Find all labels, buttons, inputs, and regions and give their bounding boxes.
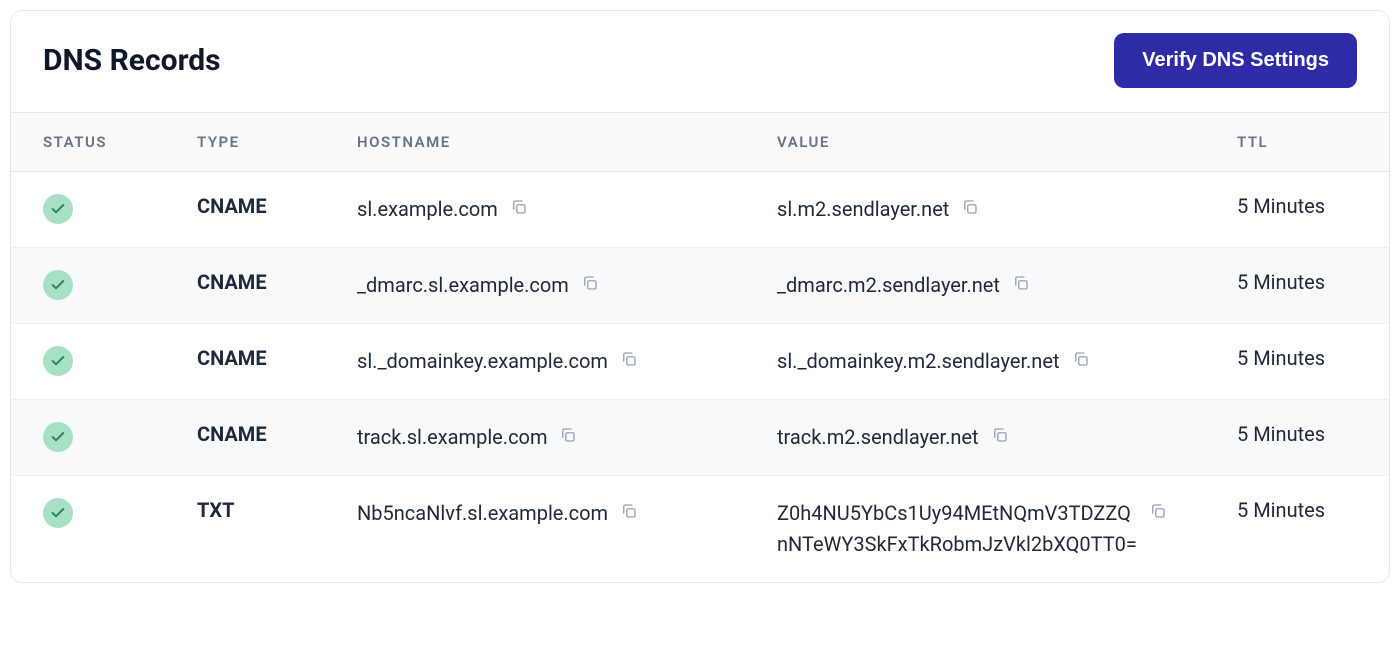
column-header-status: STATUS <box>11 113 181 172</box>
hostname-cell: sl._domainkey.example.com <box>341 324 761 400</box>
verify-dns-settings-button[interactable]: Verify DNS Settings <box>1114 33 1357 88</box>
value-cell: sl._domainkey.m2.sendlayer.net <box>761 324 1221 400</box>
table-row: CNAME _dmarc.sl.example.com _dmarc.m2.send… <box>11 248 1389 324</box>
hostname-text: _dmarc.sl.example.com <box>357 270 569 301</box>
copy-icon <box>1149 502 1167 520</box>
copy-hostname-button[interactable] <box>508 196 530 218</box>
value-cell: _dmarc.m2.sendlayer.net <box>761 248 1221 324</box>
type-cell: TXT <box>181 476 341 583</box>
status-cell <box>11 476 181 583</box>
ttl-cell: 5 Minutes <box>1221 324 1389 400</box>
column-header-type: TYPE <box>181 113 341 172</box>
status-cell <box>11 248 181 324</box>
table-row: CNAME track.sl.example.com track.m2.sendla… <box>11 400 1389 476</box>
copy-icon <box>1012 274 1030 292</box>
ttl-text: 5 Minutes <box>1237 346 1325 370</box>
hostname-cell: _dmarc.sl.example.com <box>341 248 761 324</box>
hostname-text: track.sl.example.com <box>357 422 547 453</box>
status-cell <box>11 400 181 476</box>
copy-icon <box>620 502 638 520</box>
value-cell: sl.m2.sendlayer.net <box>761 172 1221 248</box>
ttl-cell: 5 Minutes <box>1221 476 1389 583</box>
copy-value-button[interactable] <box>1010 272 1032 294</box>
ttl-cell: 5 Minutes <box>1221 248 1389 324</box>
card-header: DNS Records Verify DNS Settings <box>11 11 1389 112</box>
copy-icon <box>991 426 1009 444</box>
table-row: CNAME sl._domainkey.example.com sl._domain… <box>11 324 1389 400</box>
hostname-cell: sl.example.com <box>341 172 761 248</box>
record-type: CNAME <box>197 422 267 446</box>
dns-records-card: DNS Records Verify DNS Settings STATUS T… <box>10 10 1390 583</box>
column-header-hostname: HOSTNAME <box>341 113 761 172</box>
table-row: CNAME sl.example.com sl.m2.sendlayer.net 5 … <box>11 172 1389 248</box>
copy-value-button[interactable] <box>989 424 1011 446</box>
ttl-text: 5 Minutes <box>1237 270 1325 294</box>
value-text: sl.m2.sendlayer.net <box>777 194 949 225</box>
value-text: sl._domainkey.m2.sendlayer.net <box>777 346 1060 377</box>
copy-value-button[interactable] <box>1070 348 1092 370</box>
table-header-row: STATUS TYPE HOSTNAME VALUE TTL <box>11 113 1389 172</box>
status-cell <box>11 324 181 400</box>
value-cell: Z0h4NU5YbCs1Uy94MEtNQmV3TDZZQnNTeWY3SkFx… <box>761 476 1221 583</box>
type-cell: CNAME <box>181 400 341 476</box>
status-cell <box>11 172 181 248</box>
column-header-value: VALUE <box>761 113 1221 172</box>
record-type: CNAME <box>197 270 267 294</box>
copy-icon <box>620 350 638 368</box>
copy-icon <box>1072 350 1090 368</box>
type-cell: CNAME <box>181 248 341 324</box>
hostname-text: Nb5ncaNlvf.sl.example.com <box>357 498 608 529</box>
copy-value-button[interactable] <box>959 196 981 218</box>
value-text: _dmarc.m2.sendlayer.net <box>777 270 1000 301</box>
ttl-text: 5 Minutes <box>1237 498 1325 522</box>
copy-icon <box>559 426 577 444</box>
hostname-cell: Nb5ncaNlvf.sl.example.com <box>341 476 761 583</box>
ttl-text: 5 Minutes <box>1237 422 1325 446</box>
ttl-cell: 5 Minutes <box>1221 172 1389 248</box>
copy-hostname-button[interactable] <box>579 272 601 294</box>
hostname-text: sl.example.com <box>357 194 498 225</box>
copy-hostname-button[interactable] <box>618 348 640 370</box>
value-text: track.m2.sendlayer.net <box>777 422 979 453</box>
status-ok-icon <box>43 270 73 300</box>
type-cell: CNAME <box>181 324 341 400</box>
copy-value-button[interactable] <box>1147 500 1169 522</box>
hostname-text: sl._domainkey.example.com <box>357 346 608 377</box>
column-header-ttl: TTL <box>1221 113 1389 172</box>
copy-hostname-button[interactable] <box>618 500 640 522</box>
copy-icon <box>581 274 599 292</box>
status-ok-icon <box>43 422 73 452</box>
card-title: DNS Records <box>43 43 221 78</box>
copy-hostname-button[interactable] <box>557 424 579 446</box>
ttl-cell: 5 Minutes <box>1221 400 1389 476</box>
status-ok-icon <box>43 346 73 376</box>
record-type: CNAME <box>197 346 267 370</box>
table-row: TXT Nb5ncaNlvf.sl.example.com Z0h4NU5YbCs1… <box>11 476 1389 583</box>
status-ok-icon <box>43 498 73 528</box>
record-type: TXT <box>197 498 234 522</box>
copy-icon <box>961 198 979 216</box>
hostname-cell: track.sl.example.com <box>341 400 761 476</box>
value-cell: track.m2.sendlayer.net <box>761 400 1221 476</box>
ttl-text: 5 Minutes <box>1237 194 1325 218</box>
dns-records-table: STATUS TYPE HOSTNAME VALUE TTL CNAME sl.e… <box>11 112 1389 582</box>
status-ok-icon <box>43 194 73 224</box>
record-type: CNAME <box>197 194 267 218</box>
copy-icon <box>510 198 528 216</box>
type-cell: CNAME <box>181 172 341 248</box>
value-text: Z0h4NU5YbCs1Uy94MEtNQmV3TDZZQnNTeWY3SkFx… <box>777 498 1137 560</box>
